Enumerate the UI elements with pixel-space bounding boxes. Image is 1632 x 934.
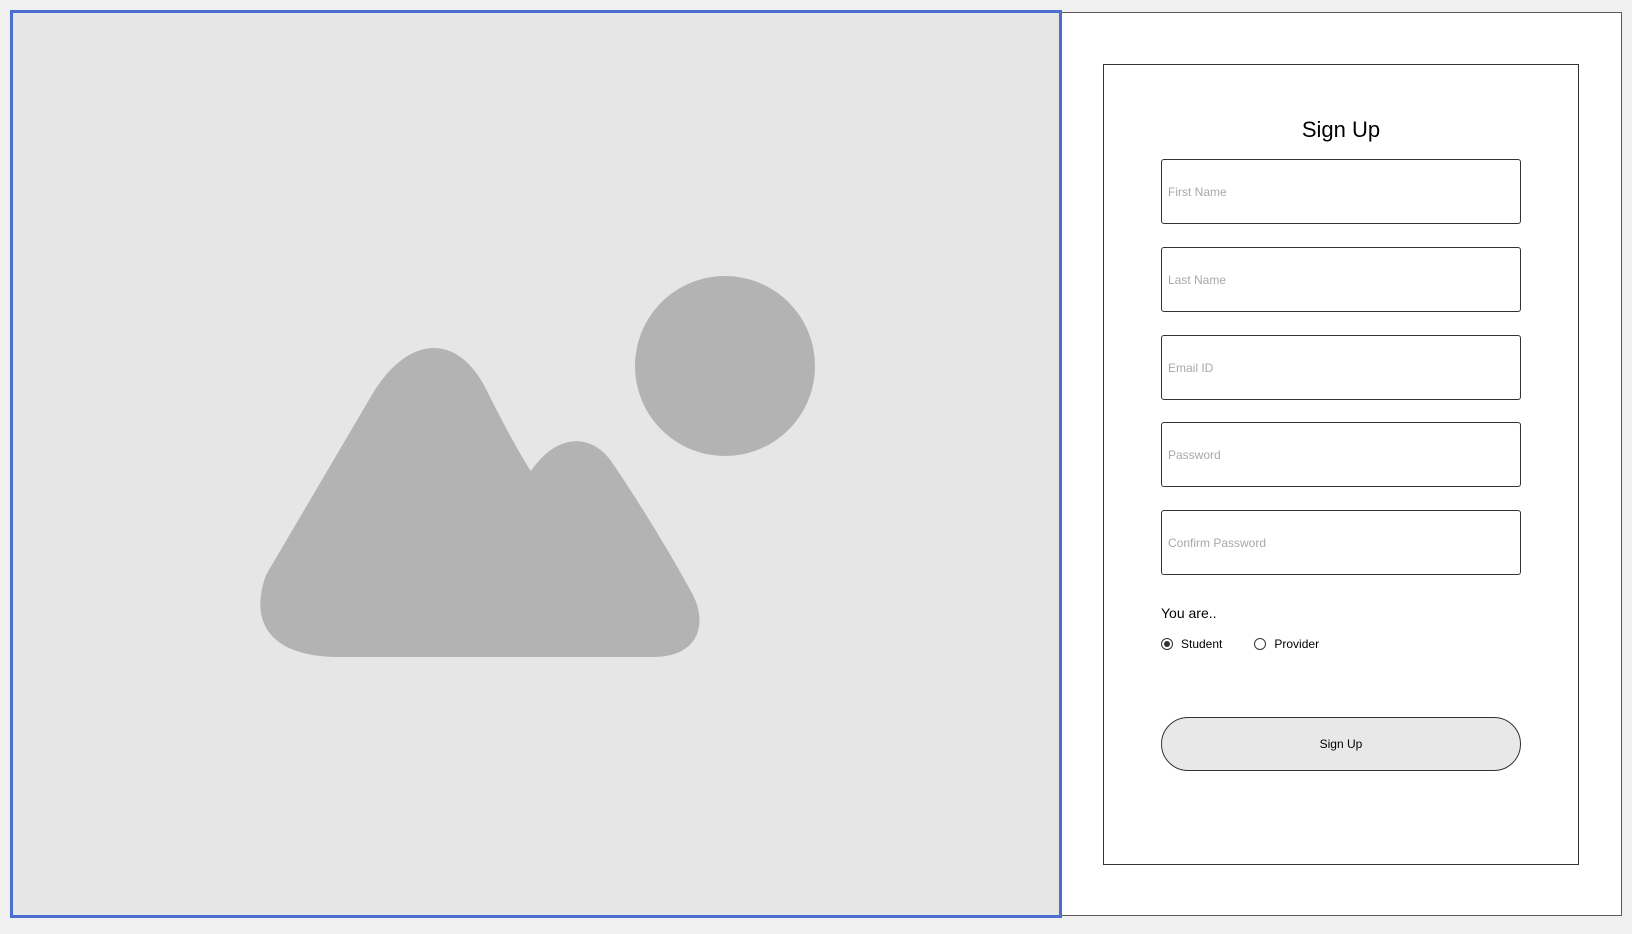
radio-provider[interactable]: Provider bbox=[1254, 637, 1319, 651]
radio-selected-icon[interactable] bbox=[1161, 638, 1173, 650]
last-name-input[interactable] bbox=[1161, 247, 1521, 312]
sign-up-button[interactable]: Sign Up bbox=[1161, 717, 1521, 771]
email-input[interactable] bbox=[1161, 335, 1521, 400]
image-placeholder bbox=[10, 10, 1062, 918]
form-title: Sign Up bbox=[1301, 117, 1381, 142]
image-placeholder-icon bbox=[260, 276, 815, 657]
mountains-shape bbox=[260, 348, 700, 657]
signup-card: Sign Up You are.. Student Provider Sign … bbox=[1103, 64, 1579, 865]
radio-unselected-icon[interactable] bbox=[1254, 638, 1267, 650]
radio-provider-label: Provider bbox=[1274, 637, 1320, 651]
password-input[interactable] bbox=[1161, 422, 1521, 487]
sun-shape bbox=[635, 276, 815, 456]
confirm-password-input[interactable] bbox=[1161, 510, 1521, 575]
radio-student-label: Student bbox=[1181, 637, 1223, 651]
role-label: You are.. bbox=[1161, 605, 1217, 621]
first-name-input[interactable] bbox=[1161, 159, 1521, 224]
radio-student[interactable]: Student bbox=[1161, 637, 1222, 651]
role-radio-group: Student Provider bbox=[1161, 637, 1351, 651]
